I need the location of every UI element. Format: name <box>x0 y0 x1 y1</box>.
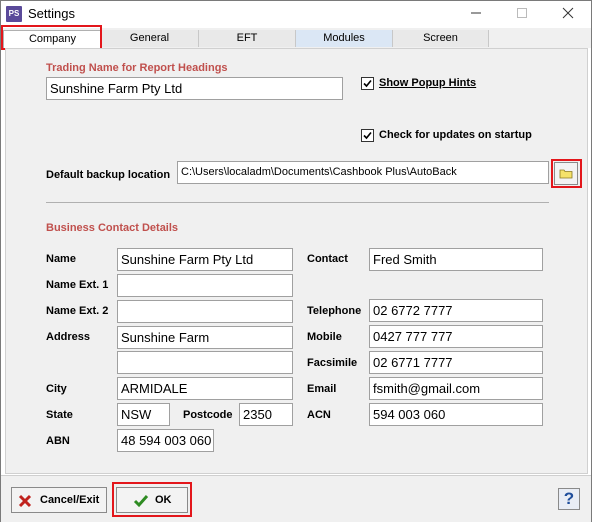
contact-input[interactable]: Fred Smith <box>369 248 543 271</box>
section-divider <box>46 202 549 203</box>
name-ext1-label: Name Ext. 1 <box>46 279 109 291</box>
title-bar: PS Settings <box>1 1 591 27</box>
show-popup-hints-checkbox[interactable] <box>361 77 374 90</box>
mobile-label: Mobile <box>307 331 342 343</box>
name-ext2-input[interactable] <box>117 300 293 323</box>
minimize-button[interactable] <box>453 1 499 27</box>
cancel-exit-label: Cancel/Exit <box>40 494 100 506</box>
name-ext1-input[interactable] <box>117 274 293 297</box>
company-tab-highlight <box>1 25 102 50</box>
state-label: State <box>46 409 73 421</box>
settings-window: PS Settings Company General EFT Modules … <box>0 0 592 522</box>
postcode-label: Postcode <box>183 409 233 421</box>
window-title: Settings <box>28 6 75 21</box>
tab-eft[interactable]: EFT <box>199 30 296 47</box>
city-label: City <box>46 383 67 395</box>
trading-name-input[interactable]: Sunshine Farm Pty Ltd <box>46 77 343 100</box>
check-updates-checkbox[interactable] <box>361 129 374 142</box>
name-label: Name <box>46 253 76 265</box>
help-button[interactable]: ? <box>558 488 580 510</box>
business-contact-heading: Business Contact Details <box>46 222 179 234</box>
acn-input[interactable]: 594 003 060 <box>369 403 543 426</box>
tab-modules[interactable]: Modules <box>296 30 393 47</box>
mobile-input[interactable]: 0427 777 777 <box>369 325 543 348</box>
checkmark-icon <box>363 79 372 88</box>
telephone-label: Telephone <box>307 305 362 317</box>
checkmark-icon <box>363 131 372 140</box>
city-input[interactable]: ARMIDALE <box>117 377 293 400</box>
contact-label: Contact <box>307 253 348 265</box>
address-line1-input[interactable]: Sunshine Farm <box>117 326 293 349</box>
cancel-exit-button[interactable]: Cancel/Exit <box>11 487 107 513</box>
state-input[interactable]: NSW <box>117 403 170 426</box>
browse-button-highlight <box>551 159 582 188</box>
trading-name-heading: Trading Name for Report Headings <box>46 62 228 74</box>
help-icon: ? <box>563 489 575 508</box>
ok-button-highlight <box>112 482 192 517</box>
acn-label: ACN <box>307 409 331 421</box>
tab-screen[interactable]: Screen <box>393 30 489 47</box>
show-popup-hints-label: Show Popup Hints <box>379 77 476 89</box>
email-label: Email <box>307 383 337 395</box>
address-line2-input[interactable] <box>117 351 293 374</box>
backup-location-input[interactable]: C:\Users\localadm\Documents\Cashbook Plu… <box>177 161 549 184</box>
show-popup-hints-label-text: Show Popup Hints <box>379 77 477 89</box>
maximize-icon <box>517 8 527 18</box>
close-button[interactable] <box>545 1 591 27</box>
abn-input[interactable]: 48 594 003 060 <box>117 429 214 452</box>
maximize-button[interactable] <box>499 1 545 27</box>
minimize-icon <box>471 12 481 14</box>
backup-location-label: Default backup location <box>46 169 171 181</box>
email-input[interactable]: fsmith@gmail.com <box>369 377 543 400</box>
facsimile-input[interactable]: 02 6771 7777 <box>369 351 543 374</box>
close-icon <box>562 7 574 19</box>
name-input[interactable]: Sunshine Farm Pty Ltd <box>117 248 293 271</box>
abn-label: ABN <box>46 435 70 447</box>
telephone-input[interactable]: 02 6772 7777 <box>369 299 543 322</box>
facsimile-label: Facsimile <box>307 357 358 369</box>
tab-general[interactable]: General <box>101 30 199 47</box>
name-ext2-label: Name Ext. 2 <box>46 305 109 317</box>
postcode-input[interactable]: 2350 <box>239 403 293 426</box>
address-label: Address <box>46 331 91 343</box>
app-icon: PS <box>6 6 22 22</box>
cancel-x-icon <box>18 494 32 508</box>
check-updates-label: Check for updates on startup <box>379 129 532 141</box>
